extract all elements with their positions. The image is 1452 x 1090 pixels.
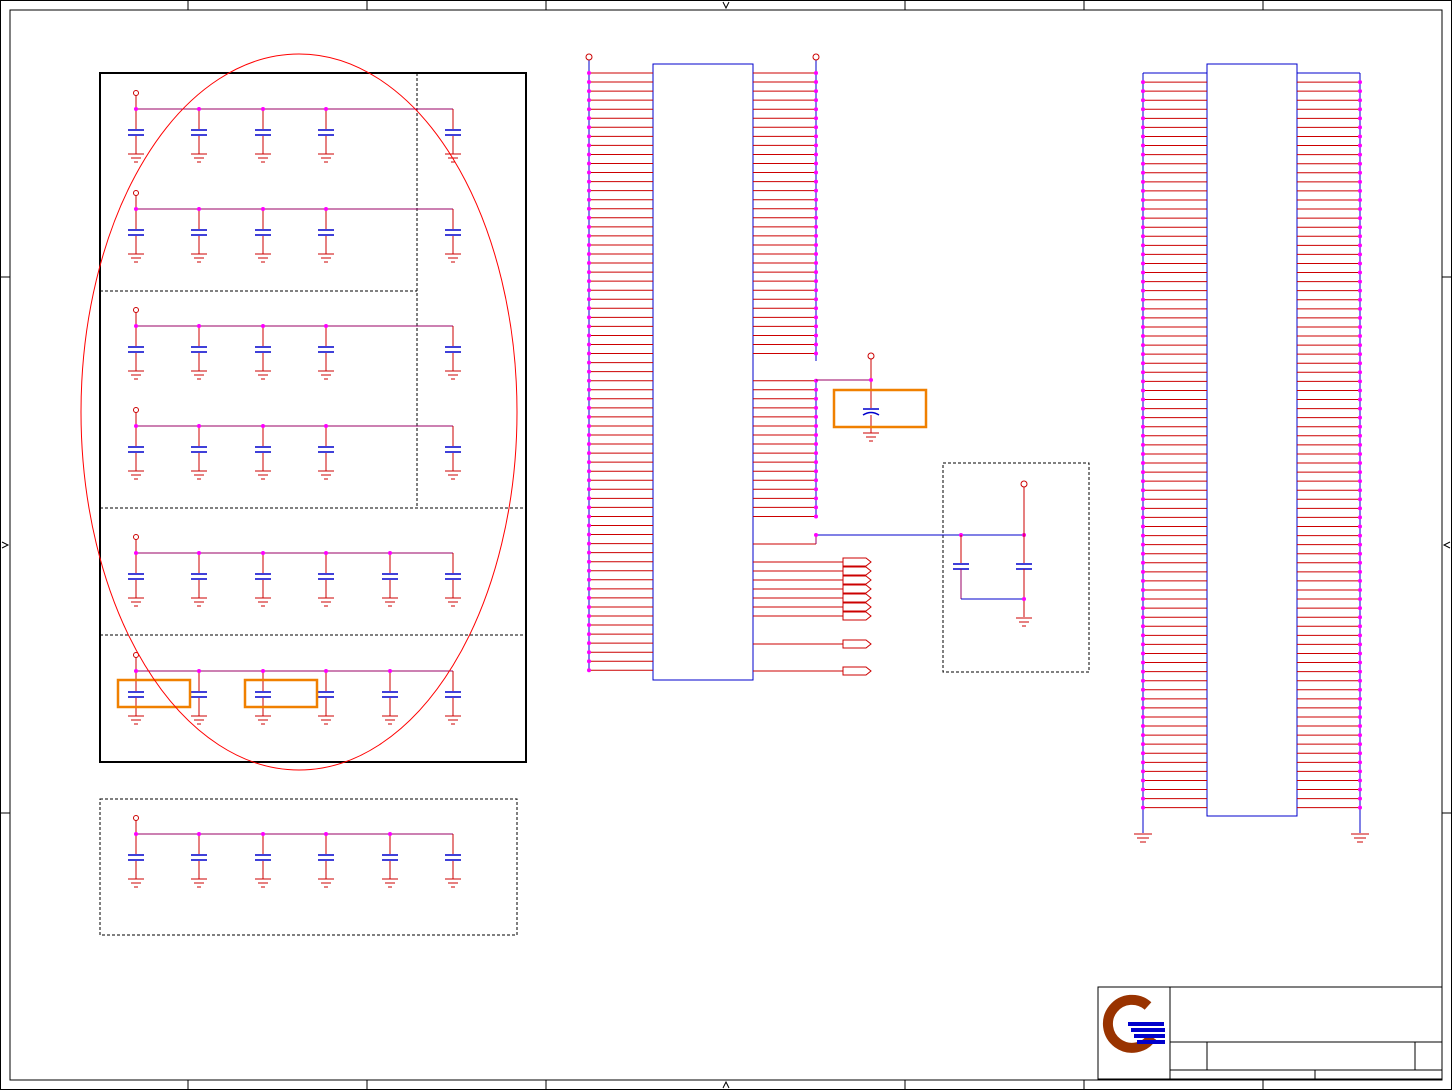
capacitor[interactable] [191,207,207,263]
zone-ticks [0,0,1452,1090]
net-port [842,584,872,594]
capacitor-row [128,190,461,263]
capacitor[interactable] [128,832,144,888]
capacitor[interactable] [255,424,271,480]
capacitor[interactable] [255,207,271,263]
net-port [842,666,872,676]
capacitor-row [128,307,461,380]
capacitor[interactable] [255,324,271,380]
capacitor-row [128,534,461,607]
capacitor[interactable] [382,669,398,725]
capacitor[interactable] [191,832,207,888]
decoupling-dividers [100,73,526,636]
capacitor-row [128,652,461,725]
capacitor[interactable] [445,553,461,607]
net-port [842,593,872,603]
capacitor[interactable] [128,207,144,263]
capacitor[interactable] [445,834,461,888]
mid-power-symbols [585,53,820,61]
connector-ic-middle[interactable] [652,63,754,681]
capacitor[interactable] [318,832,334,888]
decoupling-box [99,72,527,763]
capacitor[interactable] [191,107,207,163]
capacitor[interactable] [255,669,271,725]
capacitor[interactable] [128,107,144,163]
capacitor[interactable] [445,109,461,163]
capacitor-row [128,407,461,480]
capacitor[interactable] [255,832,271,888]
connector-ic-right[interactable] [1206,63,1298,817]
highlight-capacitor-2[interactable] [243,678,319,709]
net-ports [753,557,872,676]
title-block [1097,986,1443,1080]
capacitor-row [128,815,461,888]
capacitor[interactable] [318,551,334,607]
capacitor[interactable] [382,551,398,607]
capacitor[interactable] [255,107,271,163]
capacitor[interactable] [318,207,334,263]
bypass-capacitor-highlighted[interactable] [816,352,928,442]
net-port [842,602,872,612]
capacitor-row [128,90,461,163]
capacitor[interactable] [318,424,334,480]
capacitor[interactable] [191,324,207,380]
capacitor[interactable] [191,669,207,725]
capacitor[interactable] [191,551,207,607]
filter-capacitor-group[interactable] [753,462,1090,673]
capacitor[interactable] [445,671,461,725]
net-port [842,575,872,585]
capacitor[interactable] [128,669,144,725]
capacitor[interactable] [382,832,398,888]
capacitor[interactable] [445,326,461,380]
net-port [842,611,872,621]
decoupling-capacitor-rows [128,90,461,888]
sheet-border [0,0,1452,1090]
annotation-ellipse[interactable] [80,53,518,771]
spare-capacitor-group [99,798,518,936]
capacitor[interactable] [128,551,144,607]
capacitor[interactable] [445,426,461,480]
net-port [842,557,872,567]
sheet-inner-border [9,9,1443,1081]
capacitor[interactable] [255,551,271,607]
net-port [842,566,872,576]
capacitor[interactable] [128,424,144,480]
capacitor[interactable] [128,324,144,380]
company-logo [1102,994,1165,1053]
connector-ic-right-pins [1134,72,1369,843]
capacitor[interactable] [445,209,461,263]
schematic-sheet [0,0,1452,1090]
capacitor[interactable] [191,424,207,480]
highlight-capacitor-1[interactable] [116,678,192,709]
capacitor[interactable] [318,107,334,163]
net-port [842,639,872,649]
capacitor[interactable] [318,324,334,380]
capacitor[interactable] [318,669,334,725]
